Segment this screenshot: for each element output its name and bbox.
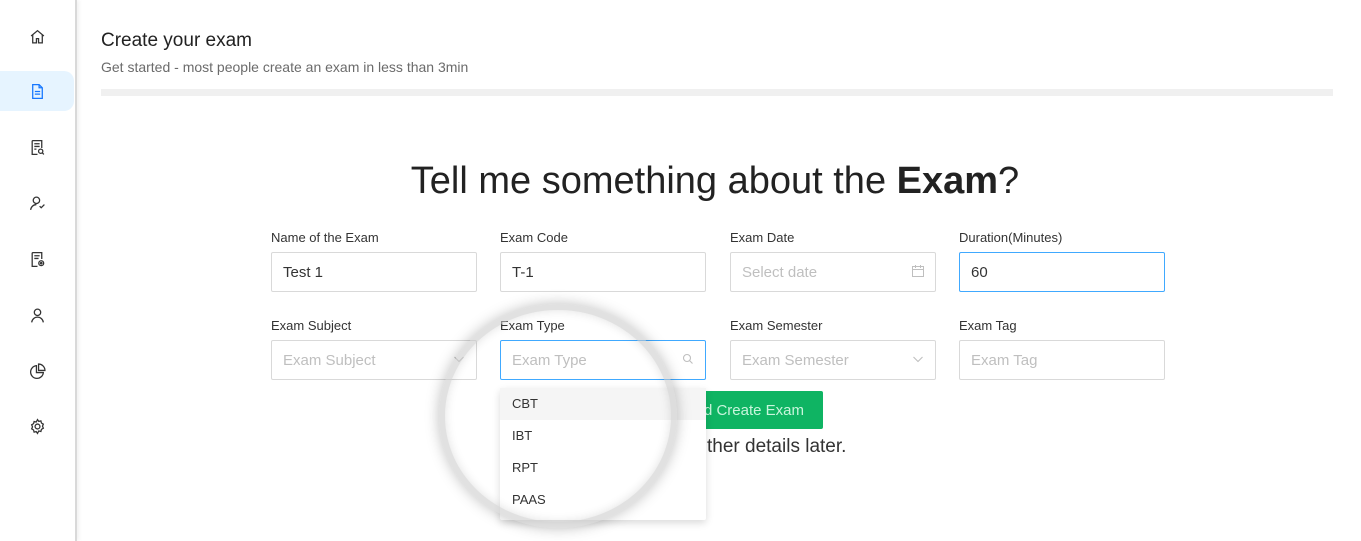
dropdown-option-paas[interactable]: PAAS [500, 484, 706, 516]
gear-icon [30, 417, 44, 435]
progress-divider [101, 89, 1333, 96]
details-later-text: ther details later. [707, 436, 847, 457]
sidebar-item-user[interactable] [0, 295, 74, 335]
document-icon [31, 83, 43, 99]
calendar-icon [911, 264, 925, 278]
exam-tag-label: Exam Tag [959, 318, 1017, 333]
exam-list-icon [31, 139, 44, 155]
search-icon [681, 352, 695, 366]
dropdown-option-cbt[interactable]: CBT [500, 388, 706, 420]
exam-subject-label: Exam Subject [271, 318, 352, 333]
headline-suffix: ? [998, 160, 1020, 202]
exam-type-input[interactable] [500, 340, 706, 380]
report-settings-icon [31, 251, 44, 267]
exam-subject-input[interactable] [271, 340, 477, 380]
headline-bold: Exam [896, 160, 999, 202]
exam-type-select[interactable] [500, 340, 706, 380]
exam-name-label: Name of the Exam [271, 230, 379, 245]
page-title: Create your exam [101, 30, 253, 51]
sidebar-item-report-settings[interactable] [0, 239, 74, 279]
pie-chart-icon [29, 362, 46, 379]
sidebar-item-settings[interactable] [0, 406, 74, 446]
exam-tag-input[interactable] [959, 340, 1165, 380]
exam-type-label: Exam Type [500, 318, 565, 333]
exam-code-label: Exam Code [500, 230, 568, 245]
duration-input[interactable] [959, 252, 1165, 292]
exam-type-dropdown: CBT IBT RPT PAAS [500, 388, 706, 520]
page-subtitle: Get started - most people create an exam… [101, 59, 469, 75]
exam-date-label: Exam Date [730, 230, 795, 245]
chevron-down-icon [452, 352, 466, 366]
exam-code-input[interactable] [500, 252, 706, 292]
duration-label: Duration(Minutes) [959, 230, 1063, 245]
exam-semester-select[interactable] [730, 340, 936, 380]
headline-prefix: Tell me something about the [410, 160, 897, 202]
exam-date-input[interactable] [730, 252, 936, 292]
sidebar [0, 0, 77, 541]
sidebar-item-home[interactable] [0, 16, 74, 56]
dropdown-option-rpt[interactable]: RPT [500, 452, 706, 484]
exam-semester-label: Exam Semester [730, 318, 823, 333]
exam-semester-input[interactable] [730, 340, 936, 380]
home-icon [30, 29, 44, 44]
exam-name-input[interactable] [271, 252, 477, 292]
exam-date-picker[interactable] [730, 252, 936, 292]
dropdown-option-ibt[interactable]: IBT [500, 420, 706, 452]
chevron-down-icon [911, 352, 925, 366]
exam-subject-select[interactable] [271, 340, 477, 380]
form-headline: Tell me something about the Exam? [0, 160, 1361, 203]
user-icon [30, 307, 44, 323]
sidebar-item-document[interactable] [0, 71, 74, 111]
sidebar-item-analytics[interactable] [0, 351, 74, 391]
